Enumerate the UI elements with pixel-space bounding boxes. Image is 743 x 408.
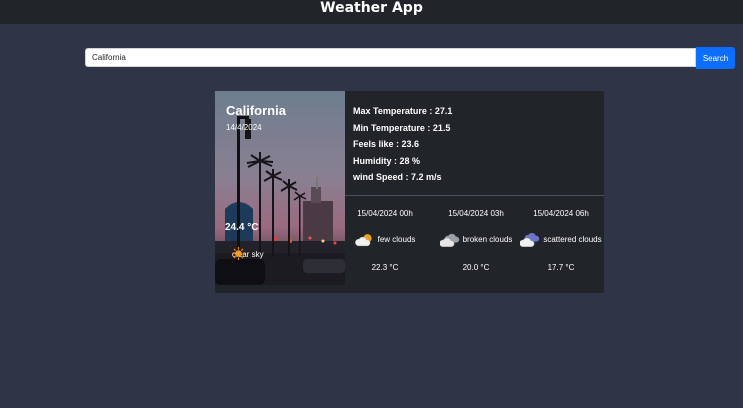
current-temperature: 24.4 °C [225,222,259,233]
weather-card: California 14/4/2024 24.4 °C clear sky M… [215,91,604,293]
current-condition: clear sky [232,247,264,261]
search-button[interactable]: Search [696,47,735,69]
forecast-description: scattered clouds [543,235,602,244]
forecast-temperature: 22.3 °C [371,263,399,272]
sun-icon [232,247,245,260]
city-search-input[interactable] [85,48,696,67]
app-title: Weather App [320,0,423,16]
max-temperature: Max Temperature : 27.1 [353,106,453,116]
min-temperature: Min Temperature : 21.5 [353,122,451,133]
forecast-description: few clouds [377,235,416,244]
forecast-temperature: 17.7 °C [547,263,575,272]
forecast-time: 15/04/2024 03h [448,209,504,218]
city-photo: California 14/4/2024 24.4 °C clear sky [215,91,345,285]
humidity: Humidity : 28 % [353,155,421,166]
forecast-temperature: 20.0 °C [462,263,490,272]
forecast-time: 15/04/2024 00h [357,209,413,218]
weather-stats: Max Temperature : 27.1 Min Temperature :… [353,103,452,186]
scattered-clouds-icon [520,233,540,247]
feels-like: Feels like : 23.6 [353,139,420,149]
forecast-description: broken clouds [462,235,513,244]
app-header: Weather App [0,0,743,24]
forecast-item: 15/04/2024 00h few clouds 22.3 °C [342,209,428,273]
forecast-item: 15/04/2024 06h scattered clouds 17.7 °C [518,209,604,273]
current-date: 14/4/2024 [226,123,262,132]
broken-clouds-icon [439,233,459,247]
forecast-item: 15/04/2024 03h broken clouds 20.0 °C [433,209,519,273]
few-clouds-icon [354,234,372,247]
city-name: California [226,103,286,118]
wind-speed: wind Speed : 7.2 m/s [353,172,442,182]
divider [345,195,604,196]
forecast-time: 15/04/2024 06h [533,209,589,218]
